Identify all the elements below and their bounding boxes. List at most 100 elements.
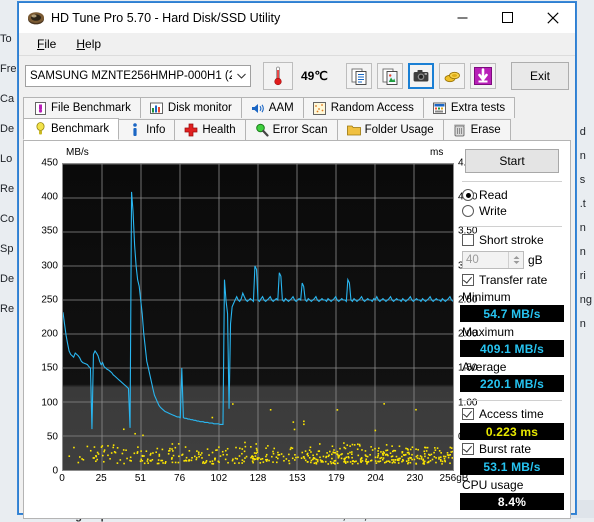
maximize-button[interactable] bbox=[485, 3, 530, 32]
average-label: Average bbox=[462, 360, 507, 374]
access-time-point bbox=[253, 452, 256, 454]
access-time-point bbox=[303, 457, 306, 460]
access-time-point bbox=[146, 458, 149, 461]
minimize-button[interactable] bbox=[440, 3, 485, 32]
access-time-point bbox=[227, 461, 229, 464]
health-cross-icon bbox=[184, 123, 198, 137]
access-time-point bbox=[417, 448, 419, 451]
access-time-point bbox=[266, 458, 269, 461]
tab-file-benchmark[interactable]: File Benchmark bbox=[23, 97, 141, 118]
copy-text-icon[interactable] bbox=[346, 63, 372, 89]
access-time-point bbox=[195, 456, 198, 459]
access-time-point bbox=[254, 455, 257, 457]
access-time-point bbox=[347, 452, 349, 455]
radio-write-label: Write bbox=[479, 204, 507, 218]
radio-write[interactable]: Write bbox=[462, 204, 564, 218]
access-time-point bbox=[377, 453, 380, 455]
access-time-point bbox=[443, 457, 446, 460]
radio-read[interactable]: Read bbox=[462, 188, 564, 202]
menu-file[interactable]: File bbox=[27, 35, 66, 53]
tab-folder-usage[interactable]: Folder Usage bbox=[336, 119, 444, 140]
access-time-point bbox=[301, 451, 304, 454]
access-time-point bbox=[121, 452, 124, 455]
access-time-point bbox=[261, 457, 264, 460]
access-time-point bbox=[209, 460, 211, 463]
access-time-point bbox=[236, 458, 239, 460]
access-time-point bbox=[398, 445, 401, 448]
access-time-point bbox=[384, 454, 387, 456]
access-time-point bbox=[312, 454, 314, 457]
chart-ytick: 350 bbox=[41, 225, 58, 237]
access-time-point bbox=[344, 461, 347, 464]
access-time-point bbox=[359, 445, 361, 447]
access-time-point bbox=[171, 456, 173, 459]
save-download-icon[interactable] bbox=[470, 63, 496, 89]
access-time-point bbox=[103, 449, 106, 451]
access-time-point bbox=[407, 459, 410, 461]
tab-error-scan[interactable]: Error Scan bbox=[244, 119, 338, 140]
access-time-point bbox=[365, 461, 368, 463]
benchmark-chart: MB/s ms 050100150200250300350400450 0.50… bbox=[32, 147, 477, 495]
tab-random-access[interactable]: Random Access bbox=[302, 97, 424, 118]
access-time-point bbox=[386, 449, 389, 452]
copy-image-icon[interactable] bbox=[377, 63, 403, 89]
access-time-point bbox=[426, 446, 429, 449]
access-time-point bbox=[330, 462, 333, 465]
checkbox-transfer-rate[interactable]: Transfer rate bbox=[462, 273, 564, 287]
menu-file-label-rest: ile bbox=[44, 37, 57, 51]
access-time-point bbox=[116, 447, 119, 449]
chart-xtick: 76 bbox=[174, 473, 186, 484]
access-time-point bbox=[377, 447, 380, 450]
access-time-point bbox=[415, 408, 417, 411]
access-time-point bbox=[443, 455, 445, 458]
screenshot-camera-icon[interactable] bbox=[408, 63, 434, 89]
access-time-point bbox=[297, 456, 299, 459]
stepper-arrows-icon[interactable] bbox=[508, 252, 523, 268]
access-time-point bbox=[312, 458, 314, 461]
access-time-point bbox=[282, 455, 285, 458]
access-time-point bbox=[191, 456, 193, 459]
menu-help[interactable]: Help bbox=[66, 35, 111, 53]
checkbox-burst-rate[interactable]: Burst rate bbox=[462, 442, 564, 456]
tab-health[interactable]: Health bbox=[174, 119, 246, 140]
access-time-point bbox=[415, 462, 417, 465]
short-stroke-stepper[interactable]: 40 bbox=[462, 251, 524, 269]
start-button[interactable]: Start bbox=[465, 149, 559, 173]
tab-erase[interactable]: Erase bbox=[442, 119, 511, 140]
tab-aam[interactable]: AAM bbox=[240, 97, 304, 118]
access-time-point bbox=[205, 460, 208, 462]
tab-info[interactable]: Info bbox=[118, 119, 176, 140]
chart-ytick: 200 bbox=[41, 328, 58, 340]
access-time-point bbox=[77, 461, 80, 464]
tab-extra-tests[interactable]: Extra tests bbox=[422, 97, 516, 118]
access-time-point bbox=[338, 455, 340, 458]
checkbox-access-time[interactable]: Access time bbox=[462, 407, 564, 421]
cpu-usage-label: CPU usage bbox=[462, 478, 524, 492]
access-time-point bbox=[385, 449, 387, 452]
drive-select[interactable]: SAMSUNG MZNTE256HMHP-000H1 (25… bbox=[25, 65, 251, 87]
close-button[interactable] bbox=[530, 3, 575, 32]
exit-button[interactable]: Exit bbox=[511, 62, 569, 90]
access-time-point bbox=[211, 460, 214, 462]
access-time-point bbox=[389, 452, 392, 455]
tab-disk-monitor[interactable]: Disk monitor bbox=[139, 97, 242, 118]
access-time-point bbox=[315, 458, 318, 461]
access-time-point bbox=[360, 457, 363, 460]
access-time-point bbox=[411, 453, 413, 456]
access-time-point bbox=[336, 453, 339, 456]
benchmark-panel: MB/s ms 050100150200250300350400450 0.50… bbox=[23, 141, 571, 519]
access-time-point bbox=[416, 457, 419, 459]
access-time-point bbox=[272, 461, 274, 463]
access-time-point bbox=[370, 446, 372, 448]
access-time-point bbox=[304, 450, 307, 452]
checkbox-access-time-label: Access time bbox=[479, 407, 544, 421]
checkbox-short-stroke[interactable]: Short stroke bbox=[462, 233, 564, 247]
access-time-point bbox=[351, 451, 353, 453]
coins-icon[interactable] bbox=[439, 63, 465, 89]
access-time-point bbox=[260, 458, 262, 461]
access-time-point bbox=[415, 448, 417, 451]
access-time-point bbox=[272, 452, 275, 455]
access-time-point bbox=[429, 459, 432, 462]
tab-benchmark[interactable]: Benchmark bbox=[23, 118, 120, 140]
tab-label: Folder Usage bbox=[364, 124, 434, 136]
